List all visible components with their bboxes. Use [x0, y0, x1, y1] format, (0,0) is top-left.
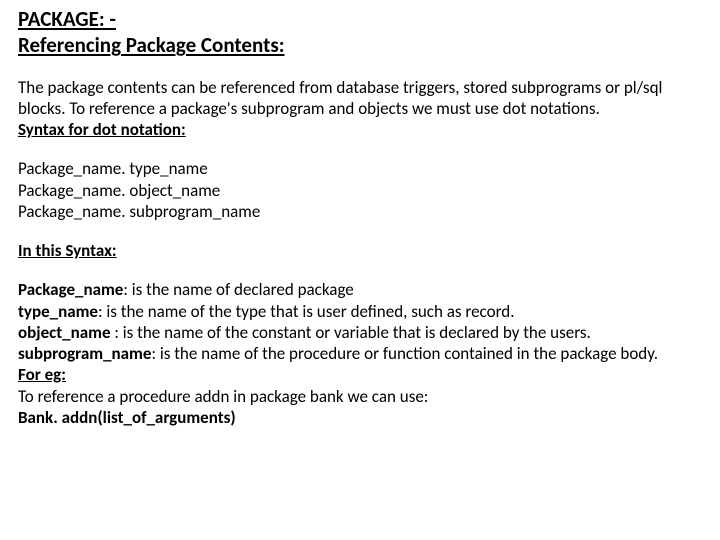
- example-call: Bank. addn(list_of_arguments): [18, 407, 236, 428]
- def-object-name-label: object_name: [18, 322, 111, 343]
- syntax-lines: Package_name. type_name Package_name. ob…: [18, 158, 702, 222]
- title-line-1: PACKAGE: -: [18, 6, 702, 32]
- def-package-name-desc: : is the name of declared package: [123, 279, 353, 300]
- document-page: PACKAGE: - Referencing Package Contents:…: [0, 0, 720, 438]
- def-type-name-desc: : is the name of the type that is user d…: [98, 301, 514, 322]
- in-this-syntax-block: In this Syntax:: [18, 240, 702, 261]
- syntax-line-2: Package_name. object_name: [18, 180, 220, 201]
- title-line-2: Referencing Package Contents:: [18, 32, 702, 58]
- def-type-name-label: type_name: [18, 301, 98, 322]
- for-eg-line: To reference a procedure addn in package…: [18, 386, 428, 407]
- def-subprogram-name-desc: : is the name of the procedure or functi…: [151, 343, 658, 364]
- in-this-syntax-heading: In this Syntax:: [18, 240, 117, 261]
- def-package-name-label: Package_name: [18, 279, 123, 300]
- definitions-block: Package_name: is the name of declared pa…: [18, 279, 702, 428]
- def-object-name-desc: : is the name of the constant or variabl…: [111, 322, 591, 343]
- syntax-line-3: Package_name. subprogram_name: [18, 201, 260, 222]
- def-subprogram-name-label: subprogram_name: [18, 343, 151, 364]
- for-eg-label: For eg:: [18, 364, 66, 385]
- syntax-line-1: Package_name. type_name: [18, 158, 208, 179]
- intro-block: The package contents can be referenced f…: [18, 77, 702, 141]
- syntax-heading: Syntax for dot notation:: [18, 119, 186, 140]
- intro-text: The package contents can be referenced f…: [18, 77, 662, 119]
